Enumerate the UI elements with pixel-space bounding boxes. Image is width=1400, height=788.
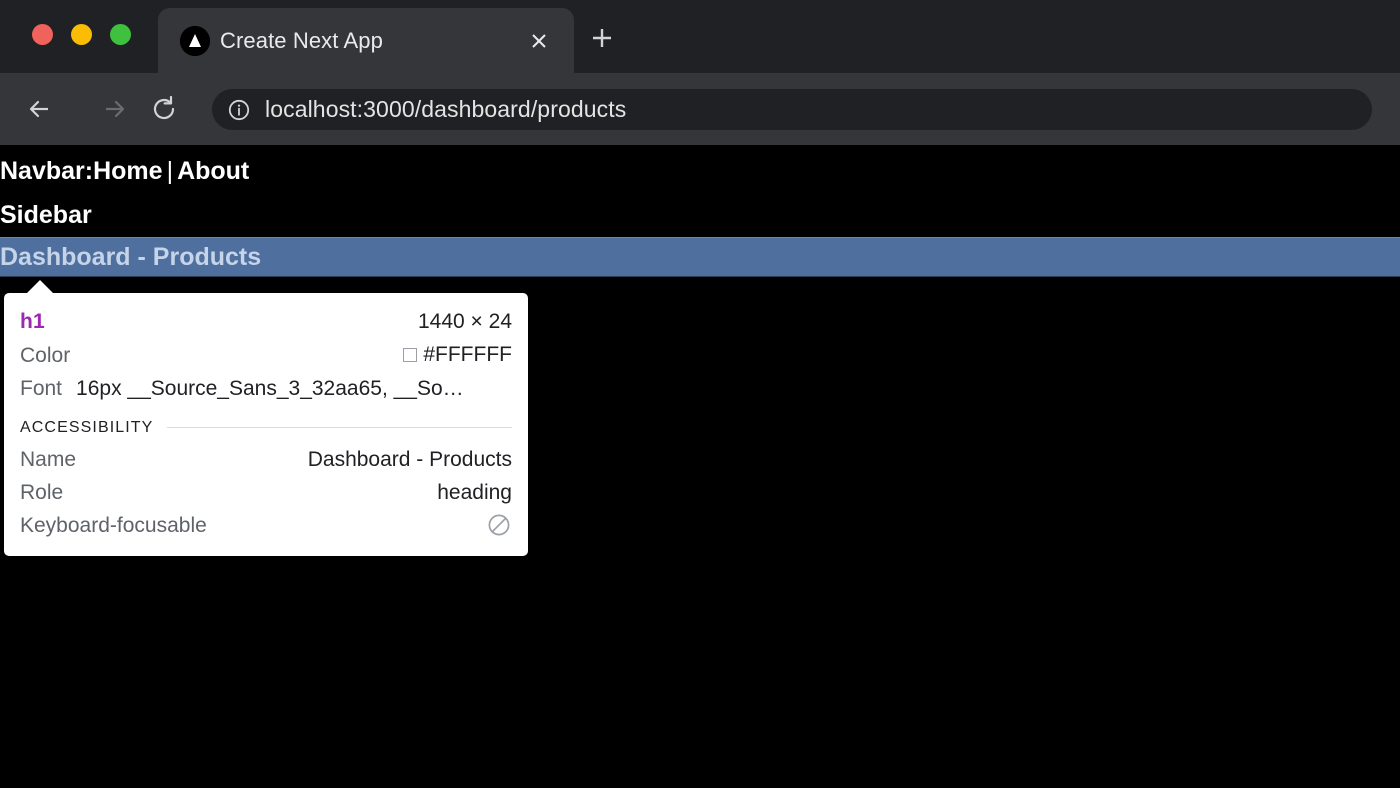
a11y-name-label: Name [20,443,76,476]
accessibility-title: ACCESSIBILITY [20,419,153,437]
color-value-group: #FFFFFF [403,338,512,371]
info-circle-icon[interactable] [227,98,251,122]
accessibility-row-name: Name Dashboard - Products [20,443,512,476]
tab-title: Create Next App [220,28,383,54]
devtools-element-highlight[interactable]: Dashboard - Products [0,237,1400,277]
font-label: Font [20,372,62,405]
tooltip-tag-row: h1 1440 × 24 [20,305,512,338]
tooltip-color-row: Color #FFFFFF [20,338,512,372]
window-controls [32,24,131,45]
accessibility-section-header: ACCESSIBILITY [20,419,512,437]
navbar-about-link[interactable]: About [177,157,249,185]
forward-button[interactable] [94,89,134,129]
browser-chrome: Create Next App [0,0,1400,145]
close-icon[interactable] [526,28,552,54]
not-allowed-icon [486,512,512,538]
tooltip-pointer-arrow [26,280,54,294]
section-divider [167,427,512,428]
reload-button[interactable] [144,89,184,129]
site-navbar: Navbar:Home|About [0,157,249,186]
element-dimensions: 1440 × 24 [418,305,512,338]
element-tag-name: h1 [20,305,45,338]
nextjs-triangle-icon [180,26,210,56]
a11y-name-value: Dashboard - Products [308,443,512,476]
a11y-keyboard-focusable-label: Keyboard-focusable [20,509,207,542]
tab-strip: Create Next App [0,0,1400,73]
accessibility-row-keyboard-focusable: Keyboard-focusable [20,509,512,542]
navbar-separator: | [163,157,178,185]
color-value: #FFFFFF [423,338,512,371]
a11y-role-label: Role [20,476,63,509]
sidebar-label: Sidebar [0,201,92,230]
minimize-window-button[interactable] [71,24,92,45]
a11y-role-value: heading [437,476,512,509]
new-tab-button[interactable] [585,21,619,55]
back-button[interactable] [20,89,60,129]
browser-tab-create-next-app[interactable]: Create Next App [158,8,574,73]
page-title: Dashboard - Products [0,243,261,272]
maximize-window-button[interactable] [110,24,131,45]
close-window-button[interactable] [32,24,53,45]
tooltip-font-row: Font 16px __Source_Sans_3_32aa65, __So… [20,372,512,405]
address-bar[interactable]: localhost:3000/dashboard/products [212,89,1372,130]
address-bar-url[interactable]: localhost:3000/dashboard/products [265,96,626,123]
navbar-home-link[interactable]: Navbar:Home [0,157,163,185]
color-label: Color [20,339,70,372]
browser-toolbar: localhost:3000/dashboard/products [0,73,1400,145]
page-viewport: Navbar:Home|About Sidebar Dashboard - Pr… [0,145,1400,788]
devtools-inspect-tooltip: h1 1440 × 24 Color #FFFFFF Font 16px __S… [4,293,528,556]
font-value: 16px __Source_Sans_3_32aa65, __So… [76,372,464,405]
accessibility-row-role: Role heading [20,476,512,509]
color-swatch [403,348,417,362]
